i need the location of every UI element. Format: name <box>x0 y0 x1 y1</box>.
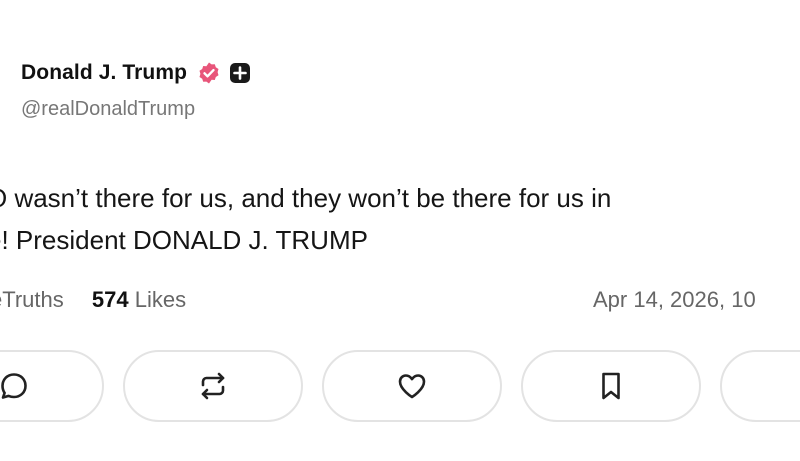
post-body: O wasn’t there for us, and they won’t be… <box>0 177 800 261</box>
post-stats: eTruths 574 Likes <box>0 287 186 313</box>
likes-count[interactable]: 574 <box>92 287 129 312</box>
retruth-button[interactable] <box>123 350 303 422</box>
bookmark-icon <box>602 372 620 400</box>
likes-label[interactable]: Likes <box>135 287 186 312</box>
retruths-label[interactable]: eTruths <box>0 287 64 312</box>
post-line: e! President DONALD J. TRUMP <box>0 225 368 255</box>
post-actions <box>0 350 800 426</box>
heart-icon <box>398 374 426 399</box>
share-icon <box>793 369 800 403</box>
plus-badge-icon <box>230 63 251 83</box>
bookmark-button[interactable] <box>521 350 701 422</box>
verified-badge-icon <box>199 62 219 84</box>
comment-icon <box>1 373 27 399</box>
share-button[interactable] <box>720 350 800 422</box>
truth-post-card: Donald J. Trump @realDonaldTrump O wasn’… <box>0 0 800 461</box>
post-line: O wasn’t there for us, and they won’t be… <box>0 183 612 213</box>
post-date[interactable]: Apr 14, 2026, 10 <box>593 287 756 313</box>
like-button[interactable] <box>322 350 502 422</box>
repost-icon <box>201 372 225 400</box>
reply-button[interactable] <box>0 350 104 422</box>
post-header: Donald J. Trump @realDonaldTrump <box>21 58 251 121</box>
author-handle[interactable]: @realDonaldTrump <box>21 98 251 121</box>
author-name[interactable]: Donald J. Trump <box>21 61 187 85</box>
author-name-row: Donald J. Trump <box>21 58 251 88</box>
